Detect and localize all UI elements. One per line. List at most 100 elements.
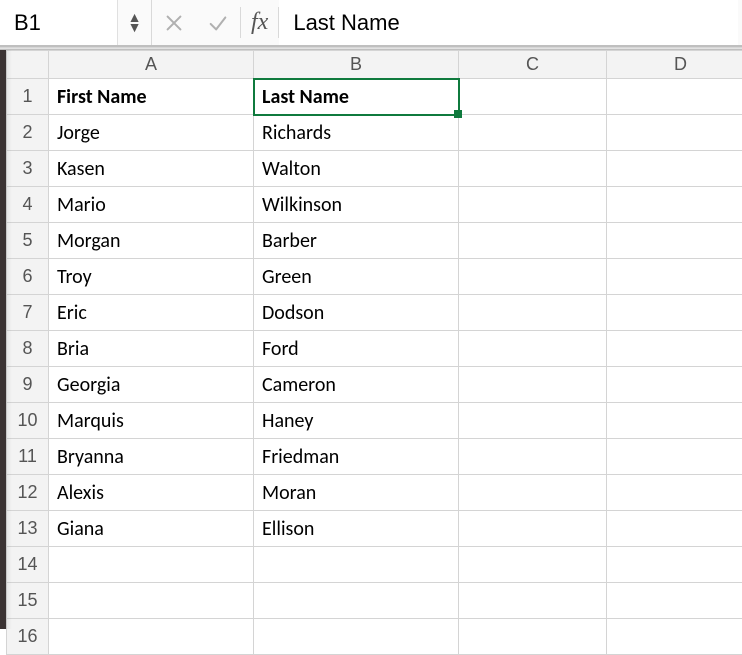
cell-A16[interactable] — [49, 619, 254, 655]
row-header-13[interactable]: 13 — [7, 511, 49, 547]
cell-B14[interactable] — [254, 547, 459, 583]
column-header-C[interactable]: C — [459, 51, 607, 79]
cell-B16[interactable] — [254, 619, 459, 655]
cell-D7[interactable] — [607, 295, 742, 331]
cell-A12[interactable]: Alexis — [49, 475, 254, 511]
cell-D6[interactable] — [607, 259, 742, 295]
cancel-button[interactable] — [152, 0, 196, 45]
cell-C3[interactable] — [459, 151, 607, 187]
cell-A6[interactable]: Troy — [49, 259, 254, 295]
cell-B6[interactable]: Green — [254, 259, 459, 295]
row-header-10[interactable]: 10 — [7, 403, 49, 439]
cell-A9[interactable]: Georgia — [49, 367, 254, 403]
cell-B5[interactable]: Barber — [254, 223, 459, 259]
name-box-stepper[interactable]: ▲ ▼ — [118, 0, 152, 45]
cell-D3[interactable] — [607, 151, 742, 187]
cell-D5[interactable] — [607, 223, 742, 259]
cell-A7[interactable]: Eric — [49, 295, 254, 331]
row-header-12[interactable]: 12 — [7, 475, 49, 511]
cell-C11[interactable] — [459, 439, 607, 475]
cell-D8[interactable] — [607, 331, 742, 367]
stepper-down-icon[interactable]: ▼ — [128, 23, 142, 33]
cell-D14[interactable] — [607, 547, 742, 583]
row-header-2[interactable]: 2 — [7, 115, 49, 151]
cell-D16[interactable] — [607, 619, 742, 655]
cell-B10[interactable]: Haney — [254, 403, 459, 439]
cell-D12[interactable] — [607, 475, 742, 511]
cell-C5[interactable] — [459, 223, 607, 259]
select-all-corner[interactable] — [7, 51, 49, 79]
cell-C14[interactable] — [459, 547, 607, 583]
cell-A14[interactable] — [49, 547, 254, 583]
cell-C9[interactable] — [459, 367, 607, 403]
cell-D10[interactable] — [607, 403, 742, 439]
cell-C7[interactable] — [459, 295, 607, 331]
row-header-4[interactable]: 4 — [7, 187, 49, 223]
cell-C8[interactable] — [459, 331, 607, 367]
table-row: 14 — [7, 547, 742, 583]
accept-button[interactable] — [196, 0, 240, 45]
cell-D11[interactable] — [607, 439, 742, 475]
cell-A13[interactable]: Giana — [49, 511, 254, 547]
cell-C12[interactable] — [459, 475, 607, 511]
table-row: 15 — [7, 583, 742, 619]
cell-A8[interactable]: Bria — [49, 331, 254, 367]
cell-B2[interactable]: Richards — [254, 115, 459, 151]
cell-B4[interactable]: Wilkinson — [254, 187, 459, 223]
cell-D4[interactable] — [607, 187, 742, 223]
cell-A3[interactable]: Kasen — [49, 151, 254, 187]
row-header-1[interactable]: 1 — [7, 79, 49, 115]
cell-A10[interactable]: Marquis — [49, 403, 254, 439]
cell-D2[interactable] — [607, 115, 742, 151]
cell-C10[interactable] — [459, 403, 607, 439]
cell-A15[interactable] — [49, 583, 254, 619]
cell-B13[interactable]: Ellison — [254, 511, 459, 547]
row-header-3[interactable]: 3 — [7, 151, 49, 187]
column-header-B[interactable]: B — [254, 51, 459, 79]
cell-C1[interactable] — [459, 79, 607, 115]
cell-B12[interactable]: Moran — [254, 475, 459, 511]
row-header-15[interactable]: 15 — [7, 583, 49, 619]
row-header-14[interactable]: 14 — [7, 547, 49, 583]
cell-B11[interactable]: Friedman — [254, 439, 459, 475]
column-header-A[interactable]: A — [49, 51, 254, 79]
cell-B1[interactable]: Last Name — [254, 79, 459, 115]
cell-B3[interactable]: Walton — [254, 151, 459, 187]
row-header-16[interactable]: 16 — [7, 619, 49, 655]
row-header-9[interactable]: 9 — [7, 367, 49, 403]
cell-C16[interactable] — [459, 619, 607, 655]
row-header-6[interactable]: 6 — [7, 259, 49, 295]
cell-A5[interactable]: Morgan — [49, 223, 254, 259]
cell-C4[interactable] — [459, 187, 607, 223]
row-header-8[interactable]: 8 — [7, 331, 49, 367]
cell-A11[interactable]: Bryanna — [49, 439, 254, 475]
cell-B8[interactable]: Ford — [254, 331, 459, 367]
cell-C15[interactable] — [459, 583, 607, 619]
cell-B7[interactable]: Dodson — [254, 295, 459, 331]
table-row: 11BryannaFriedman — [7, 439, 742, 475]
cell-D1[interactable] — [607, 79, 742, 115]
row-header-5[interactable]: 5 — [7, 223, 49, 259]
window-edge — [0, 50, 6, 629]
cell-D9[interactable] — [607, 367, 742, 403]
column-header-D[interactable]: D — [607, 51, 742, 79]
cell-B9[interactable]: Cameron — [254, 367, 459, 403]
cell-A4[interactable]: Mario — [49, 187, 254, 223]
close-icon — [163, 12, 185, 34]
row-header-11[interactable]: 11 — [7, 439, 49, 475]
cell-D13[interactable] — [607, 511, 742, 547]
row-header-7[interactable]: 7 — [7, 295, 49, 331]
name-box[interactable]: B1 — [0, 0, 118, 45]
cell-C13[interactable] — [459, 511, 607, 547]
spreadsheet-grid[interactable]: ABCD 1First NameLast Name 2JorgeRichards 3… — [6, 50, 742, 629]
cell-A1[interactable]: First Name — [49, 79, 254, 115]
cell-C6[interactable] — [459, 259, 607, 295]
cell-B15[interactable] — [254, 583, 459, 619]
cell-D15[interactable] — [607, 583, 742, 619]
formula-bar: B1 ▲ ▼ fx — [0, 0, 742, 46]
table-row: 6TroyGreen — [7, 259, 742, 295]
formula-input[interactable] — [279, 0, 738, 45]
cell-A2[interactable]: Jorge — [49, 115, 254, 151]
cell-C2[interactable] — [459, 115, 607, 151]
fx-label[interactable]: fx — [241, 9, 278, 36]
